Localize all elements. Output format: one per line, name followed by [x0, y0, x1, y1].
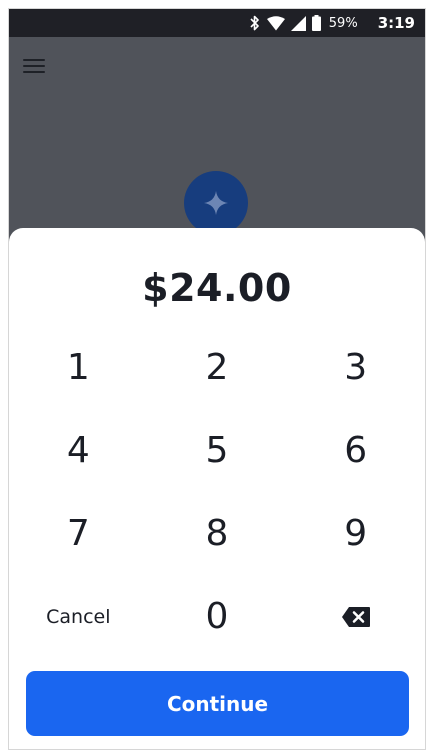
- amount-entry-sheet: $24.00 1 2 3 4 5 6 7 8 9 Cancel 0 Contin…: [9, 228, 425, 749]
- sparkle-icon: [204, 191, 228, 215]
- cellular-signal-icon: [290, 15, 306, 31]
- phone-screen: 59% 3:19 $24.00 1 2 3 4 5 6 7 8 9 Cancel…: [8, 8, 426, 750]
- key-6[interactable]: 6: [286, 409, 425, 492]
- key-0[interactable]: 0: [148, 575, 287, 658]
- key-1[interactable]: 1: [9, 326, 148, 409]
- status-bar: 59% 3:19: [9, 9, 425, 37]
- key-7[interactable]: 7: [9, 492, 148, 575]
- wifi-icon: [266, 15, 285, 30]
- backspace-button[interactable]: [286, 575, 425, 658]
- keypad-row: Cancel 0: [9, 575, 425, 658]
- numeric-keypad: 1 2 3 4 5 6 7 8 9 Cancel 0: [9, 326, 425, 658]
- keypad-row: 4 5 6: [9, 409, 425, 492]
- keypad-row: 1 2 3: [9, 326, 425, 409]
- backspace-icon: [341, 606, 370, 627]
- key-5[interactable]: 5: [148, 409, 287, 492]
- status-clock: 3:19: [377, 14, 415, 32]
- app-badge: [184, 171, 248, 235]
- hamburger-menu-icon[interactable]: [23, 53, 49, 79]
- battery-percent: 59%: [328, 15, 358, 31]
- keypad-row: 7 8 9: [9, 492, 425, 575]
- amount-display: $24.00: [142, 266, 292, 310]
- continue-button[interactable]: Continue: [26, 671, 409, 736]
- key-3[interactable]: 3: [286, 326, 425, 409]
- key-9[interactable]: 9: [286, 492, 425, 575]
- battery-icon: [311, 15, 321, 31]
- key-8[interactable]: 8: [148, 492, 287, 575]
- cancel-button[interactable]: Cancel: [9, 575, 148, 658]
- bluetooth-icon: [250, 15, 259, 31]
- key-4[interactable]: 4: [9, 409, 148, 492]
- key-2[interactable]: 2: [148, 326, 287, 409]
